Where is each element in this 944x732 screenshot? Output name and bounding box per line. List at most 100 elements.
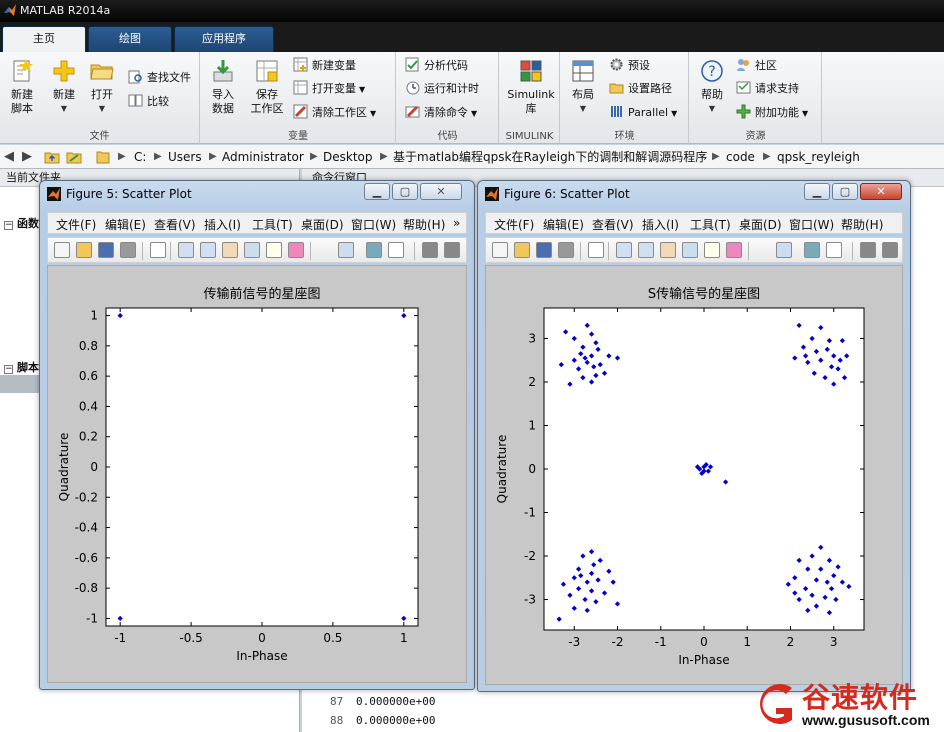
rotate-icon[interactable]	[244, 242, 260, 258]
breadcrumb-code[interactable]: code	[726, 149, 755, 165]
run-and-time-button[interactable]: 运行和计时	[405, 79, 479, 99]
tab-home[interactable]: 主页	[2, 26, 86, 52]
menu-desktop[interactable]: 桌面(D)	[739, 216, 782, 233]
parallel-button[interactable]: Parallel ▼	[609, 103, 677, 123]
rotate-icon[interactable]	[682, 242, 698, 258]
tree-node-scripts[interactable]: − 脚本	[4, 359, 39, 375]
legend-icon[interactable]	[826, 242, 842, 258]
help-button[interactable]: ? 帮助 ▼	[690, 56, 734, 116]
analyze-code-button[interactable]: 分析代码	[405, 56, 468, 76]
colorbar-icon[interactable]	[804, 242, 820, 258]
print-icon[interactable]	[558, 242, 574, 258]
menu-help[interactable]: 帮助(H)	[403, 216, 445, 233]
tree-node-functions[interactable]: − 函数	[4, 215, 39, 231]
tab-apps[interactable]: 应用程序	[174, 26, 274, 52]
breadcrumb-project[interactable]: 基于matlab编程qpsk在Rayleigh下的调制和解调源码程序	[393, 149, 707, 165]
preferences-button[interactable]: 预设	[609, 56, 650, 76]
zoom-in-icon[interactable]	[178, 242, 194, 258]
new-figure-icon[interactable]	[492, 242, 508, 258]
menu-insert[interactable]: 插入(I)	[204, 216, 241, 233]
menu-tools[interactable]: 工具(T)	[252, 216, 293, 233]
open-button[interactable]: 打开 ▼	[80, 56, 124, 116]
new-variable-button[interactable]: 新建变量	[293, 56, 356, 76]
link-icon[interactable]	[776, 242, 792, 258]
menu-edit[interactable]: 编辑(E)	[543, 216, 584, 233]
save-figure-icon[interactable]	[536, 242, 552, 258]
path-separator-icon: ▶	[310, 151, 318, 162]
browse-folder-icon[interactable]	[66, 149, 82, 165]
breadcrumb-drive[interactable]: C:	[134, 149, 146, 165]
colorbar-icon[interactable]	[366, 242, 382, 258]
new-figure-icon[interactable]	[54, 242, 70, 258]
menu-tools[interactable]: 工具(T)	[690, 216, 731, 233]
pointer-icon[interactable]	[588, 242, 604, 258]
hide-tools-icon[interactable]	[860, 242, 876, 258]
print-icon[interactable]	[120, 242, 136, 258]
menu-file[interactable]: 文件(F)	[56, 216, 96, 233]
simulink-library-button[interactable]: Simulink 库	[504, 56, 558, 116]
zoom-out-icon[interactable]	[200, 242, 216, 258]
minimize-button[interactable]: ▁	[364, 183, 390, 200]
menu-help[interactable]: 帮助(H)	[841, 216, 883, 233]
legend-icon[interactable]	[388, 242, 404, 258]
breadcrumb-administrator[interactable]: Administrator	[222, 149, 304, 165]
figure-window-6[interactable]: Figure 6: Scatter Plot ▁ ▢ ✕ 文件(F) 编辑(E)…	[477, 180, 911, 692]
minimize-button[interactable]: ▁	[804, 183, 830, 200]
data-cursor-icon[interactable]	[704, 242, 720, 258]
breadcrumb-qpsk-reyleigh[interactable]: qpsk_reyleigh	[777, 149, 860, 165]
open-file-icon[interactable]	[76, 242, 92, 258]
save-workspace-button[interactable]: 保存 工作区	[243, 56, 291, 116]
set-path-button[interactable]: 设置路径	[609, 79, 672, 99]
menu-file[interactable]: 文件(F)	[494, 216, 534, 233]
save-figure-icon[interactable]	[98, 242, 114, 258]
menu-view[interactable]: 查看(V)	[154, 216, 196, 233]
maximize-button[interactable]: ▢	[392, 183, 418, 200]
menu-desktop[interactable]: 桌面(D)	[301, 216, 344, 233]
collapse-icon[interactable]: −	[4, 221, 13, 230]
breadcrumb-desktop[interactable]: Desktop	[323, 149, 373, 165]
add-ons-button[interactable]: 附加功能 ▼	[736, 103, 808, 123]
breadcrumb-users[interactable]: Users	[168, 149, 202, 165]
pan-icon[interactable]	[222, 242, 238, 258]
up-folder-icon[interactable]	[44, 149, 60, 165]
maximize-button[interactable]: ▢	[832, 183, 858, 200]
brush-icon[interactable]	[726, 242, 742, 258]
new-script-button[interactable]: 新建 脚本	[0, 56, 44, 116]
find-files-button[interactable]: 查找文件	[128, 68, 191, 88]
x-tick-label: -3	[568, 635, 580, 649]
request-support-button[interactable]: 请求支持	[736, 79, 799, 99]
zoom-in-icon[interactable]	[616, 242, 632, 258]
menu-window[interactable]: 窗口(W)	[789, 216, 834, 233]
pointer-icon[interactable]	[150, 242, 166, 258]
hide-tools-icon[interactable]	[422, 242, 438, 258]
menu-insert[interactable]: 插入(I)	[642, 216, 679, 233]
brush-icon[interactable]	[288, 242, 304, 258]
zoom-out-icon[interactable]	[638, 242, 654, 258]
tab-plots[interactable]: 绘图	[88, 26, 172, 52]
community-button[interactable]: 社区	[736, 56, 777, 76]
link-icon[interactable]	[338, 242, 354, 258]
menu-window[interactable]: 窗口(W)	[351, 216, 396, 233]
clear-commands-button[interactable]: 清除命令 ▼	[405, 103, 477, 123]
show-tools-icon[interactable]	[882, 242, 898, 258]
data-cursor-icon[interactable]	[266, 242, 282, 258]
close-button[interactable]: ✕	[420, 183, 462, 200]
layout-button[interactable]: 布局 ▼	[561, 56, 605, 116]
clear-commands-label: 清除命令	[424, 106, 468, 119]
forward-arrow-icon[interactable]: ▶	[22, 149, 32, 165]
compare-button[interactable]: 比较	[128, 92, 169, 112]
figure-window-5[interactable]: Figure 5: Scatter Plot ▁ ▢ ✕ 文件(F) 编辑(E)…	[39, 180, 475, 690]
back-arrow-icon[interactable]: ◀	[4, 149, 14, 165]
open-variable-button[interactable]: 打开变量 ▼	[293, 79, 365, 99]
menu-edit[interactable]: 编辑(E)	[105, 216, 146, 233]
open-file-icon[interactable]	[514, 242, 530, 258]
menu-view[interactable]: 查看(V)	[592, 216, 634, 233]
layout-label: 布局	[572, 88, 594, 101]
clear-workspace-button[interactable]: 清除工作区 ▼	[293, 103, 376, 123]
close-button[interactable]: ✕	[860, 183, 902, 200]
show-tools-icon[interactable]	[444, 242, 460, 258]
collapse-icon[interactable]: −	[4, 365, 13, 374]
menu-overflow-icon[interactable]: »	[453, 216, 460, 230]
pan-icon[interactable]	[660, 242, 676, 258]
import-data-button[interactable]: 导入 数据	[201, 56, 245, 116]
